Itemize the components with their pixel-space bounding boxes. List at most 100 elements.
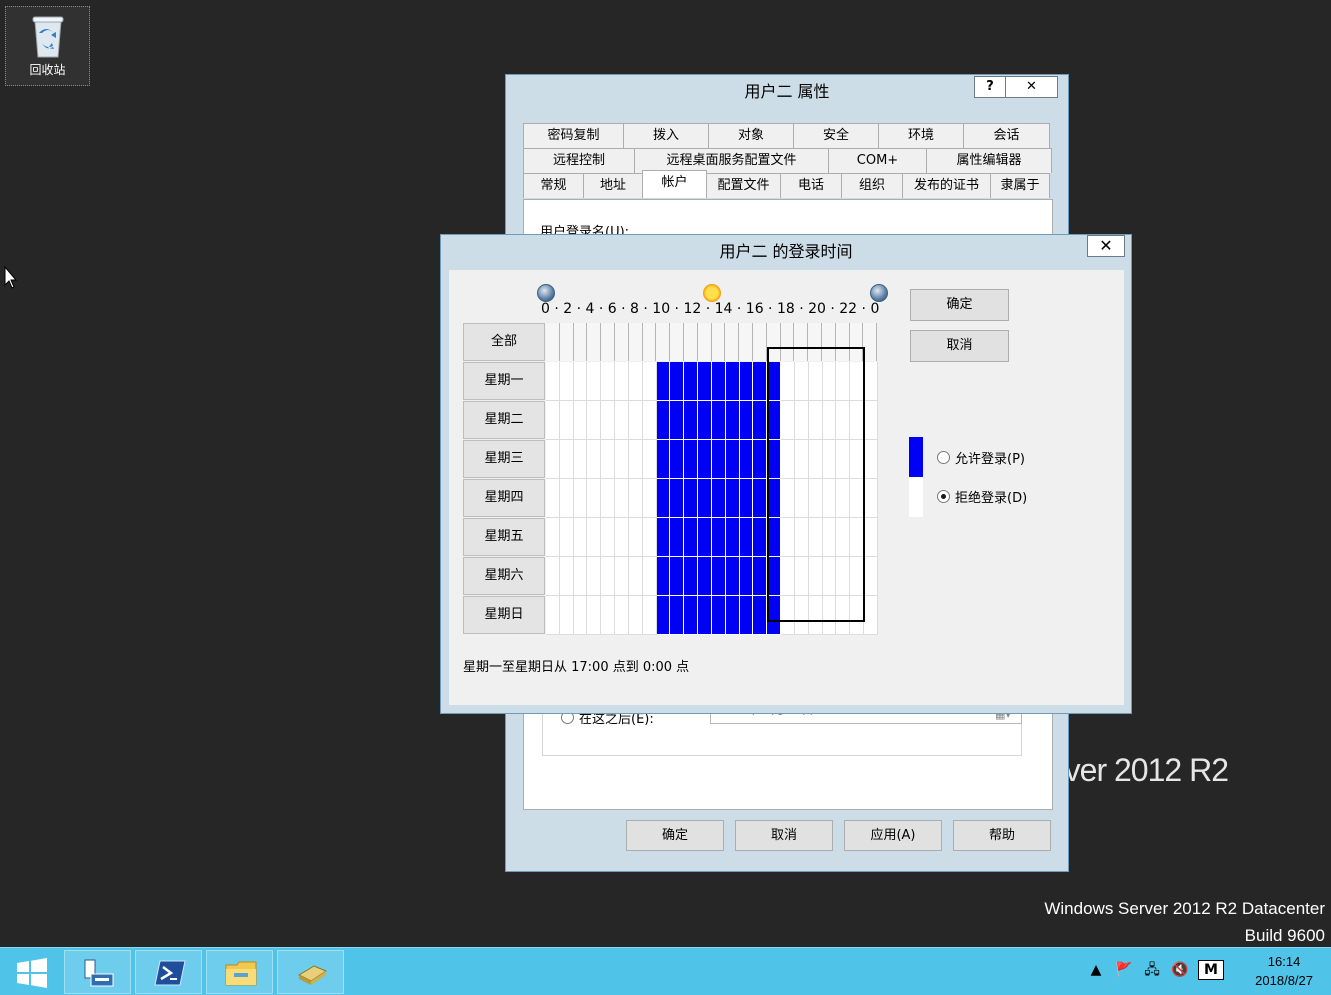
hour-cell[interactable] (628, 479, 643, 518)
hour-cell[interactable] (725, 362, 740, 401)
hour-cell[interactable] (781, 479, 795, 518)
hour-cell[interactable] (822, 557, 837, 596)
logon-cancel-button[interactable]: 取消 (910, 330, 1009, 362)
hour-cell[interactable] (670, 440, 685, 479)
taskbar-clock[interactable]: 16:14 2018/8/27 (1255, 952, 1313, 990)
hour-cell[interactable] (615, 401, 629, 440)
apply-button[interactable]: 应用(A) (844, 820, 942, 851)
day-row-button[interactable]: 星期五 (463, 518, 545, 556)
hour-cell[interactable] (684, 401, 699, 440)
hour-cell[interactable] (546, 518, 560, 557)
hour-cell[interactable] (822, 596, 837, 635)
hour-cell[interactable] (739, 479, 754, 518)
hour-cell[interactable] (767, 440, 782, 479)
hour-cell[interactable] (656, 479, 671, 518)
hour-cell[interactable] (559, 557, 574, 596)
hour-column-button[interactable] (546, 323, 560, 361)
hour-cell[interactable] (601, 557, 616, 596)
hour-cell[interactable] (864, 479, 878, 518)
tab-attribute-editor[interactable]: 属性编辑器 (926, 148, 1052, 173)
hour-cell[interactable] (615, 557, 629, 596)
hour-column-button[interactable] (780, 323, 795, 361)
hour-cell[interactable] (559, 479, 574, 518)
hour-cell[interactable] (573, 479, 588, 518)
hour-column-button[interactable] (614, 323, 629, 361)
hour-cell[interactable] (684, 479, 699, 518)
hour-cell[interactable] (725, 557, 740, 596)
hour-cell[interactable] (546, 362, 560, 401)
hour-cell[interactable] (615, 440, 629, 479)
hour-cell[interactable] (864, 518, 878, 557)
tab-dial-in[interactable]: 拨入 (623, 123, 709, 148)
hour-cell[interactable] (573, 596, 588, 635)
tab-password-replication[interactable]: 密码复制 (523, 123, 624, 148)
logon-hours-title-bar[interactable]: 用户二 的登录时间 ✕ (441, 235, 1131, 267)
hour-cell[interactable] (559, 440, 574, 479)
hour-cell[interactable] (836, 557, 851, 596)
hour-cell[interactable] (698, 440, 712, 479)
hour-cell[interactable] (753, 596, 768, 635)
taskbar-powershell[interactable] (135, 950, 202, 994)
day-row-button[interactable]: 星期四 (463, 479, 545, 517)
hour-cell[interactable] (767, 479, 782, 518)
tab-published-certificates[interactable]: 发布的证书 (902, 173, 991, 198)
hour-cell[interactable] (781, 518, 795, 557)
start-button[interactable] (0, 950, 62, 994)
hour-cell[interactable] (698, 362, 712, 401)
hour-cell[interactable] (656, 401, 671, 440)
hour-cell[interactable] (684, 440, 699, 479)
hour-cell[interactable] (601, 362, 616, 401)
taskbar-file-explorer[interactable] (206, 950, 273, 994)
hour-cell[interactable] (808, 479, 823, 518)
hour-cell[interactable] (850, 479, 865, 518)
day-row-button[interactable]: 星期三 (463, 440, 545, 478)
hour-cell[interactable] (753, 440, 768, 479)
hour-cell[interactable] (601, 518, 616, 557)
hour-cell[interactable] (711, 401, 726, 440)
hour-cell[interactable] (684, 596, 699, 635)
hour-cell[interactable] (781, 440, 795, 479)
hour-column-button[interactable] (752, 323, 767, 361)
taskbar-server-manager[interactable] (64, 950, 131, 994)
hour-cell[interactable] (642, 440, 657, 479)
hour-cell[interactable] (864, 362, 878, 401)
hour-cell[interactable] (808, 362, 823, 401)
tab-profile[interactable]: 配置文件 (706, 173, 781, 198)
hour-cell[interactable] (794, 362, 809, 401)
hour-cell[interactable] (822, 479, 837, 518)
hour-column-button[interactable] (849, 323, 864, 361)
hour-cell[interactable] (725, 479, 740, 518)
tab-member-of[interactable]: 隶属于 (990, 173, 1050, 198)
hour-cell[interactable] (628, 362, 643, 401)
hour-cell[interactable] (739, 362, 754, 401)
hour-cell[interactable] (615, 479, 629, 518)
hour-column-button[interactable] (670, 323, 684, 361)
hour-cell[interactable] (794, 596, 809, 635)
hour-cell[interactable] (725, 518, 740, 557)
tab-sessions[interactable]: 会话 (963, 123, 1050, 148)
hour-cell[interactable] (546, 479, 560, 518)
hour-cell[interactable] (656, 440, 671, 479)
hour-cell[interactable] (794, 479, 809, 518)
deny-logon-radio[interactable] (937, 490, 950, 503)
hour-cell[interactable] (836, 596, 851, 635)
hour-cell[interactable] (559, 401, 574, 440)
hour-column-button[interactable] (766, 323, 781, 361)
tab-object[interactable]: 对象 (708, 123, 794, 148)
hour-cell[interactable] (739, 557, 754, 596)
hour-column-button[interactable] (739, 323, 753, 361)
hour-cell[interactable] (864, 401, 878, 440)
hour-cell[interactable] (739, 440, 754, 479)
hour-column-button[interactable] (601, 323, 615, 361)
hour-cell[interactable] (739, 401, 754, 440)
hour-cell[interactable] (725, 596, 740, 635)
hour-cell[interactable] (753, 557, 768, 596)
hour-cell[interactable] (670, 596, 685, 635)
hour-cell[interactable] (615, 362, 629, 401)
hour-cell[interactable] (615, 596, 629, 635)
tab-general[interactable]: 常规 (523, 173, 584, 198)
help-button[interactable]: ? (974, 76, 1006, 98)
hour-cell[interactable] (559, 362, 574, 401)
hour-cell[interactable] (642, 557, 657, 596)
hour-column-button[interactable] (573, 323, 588, 361)
